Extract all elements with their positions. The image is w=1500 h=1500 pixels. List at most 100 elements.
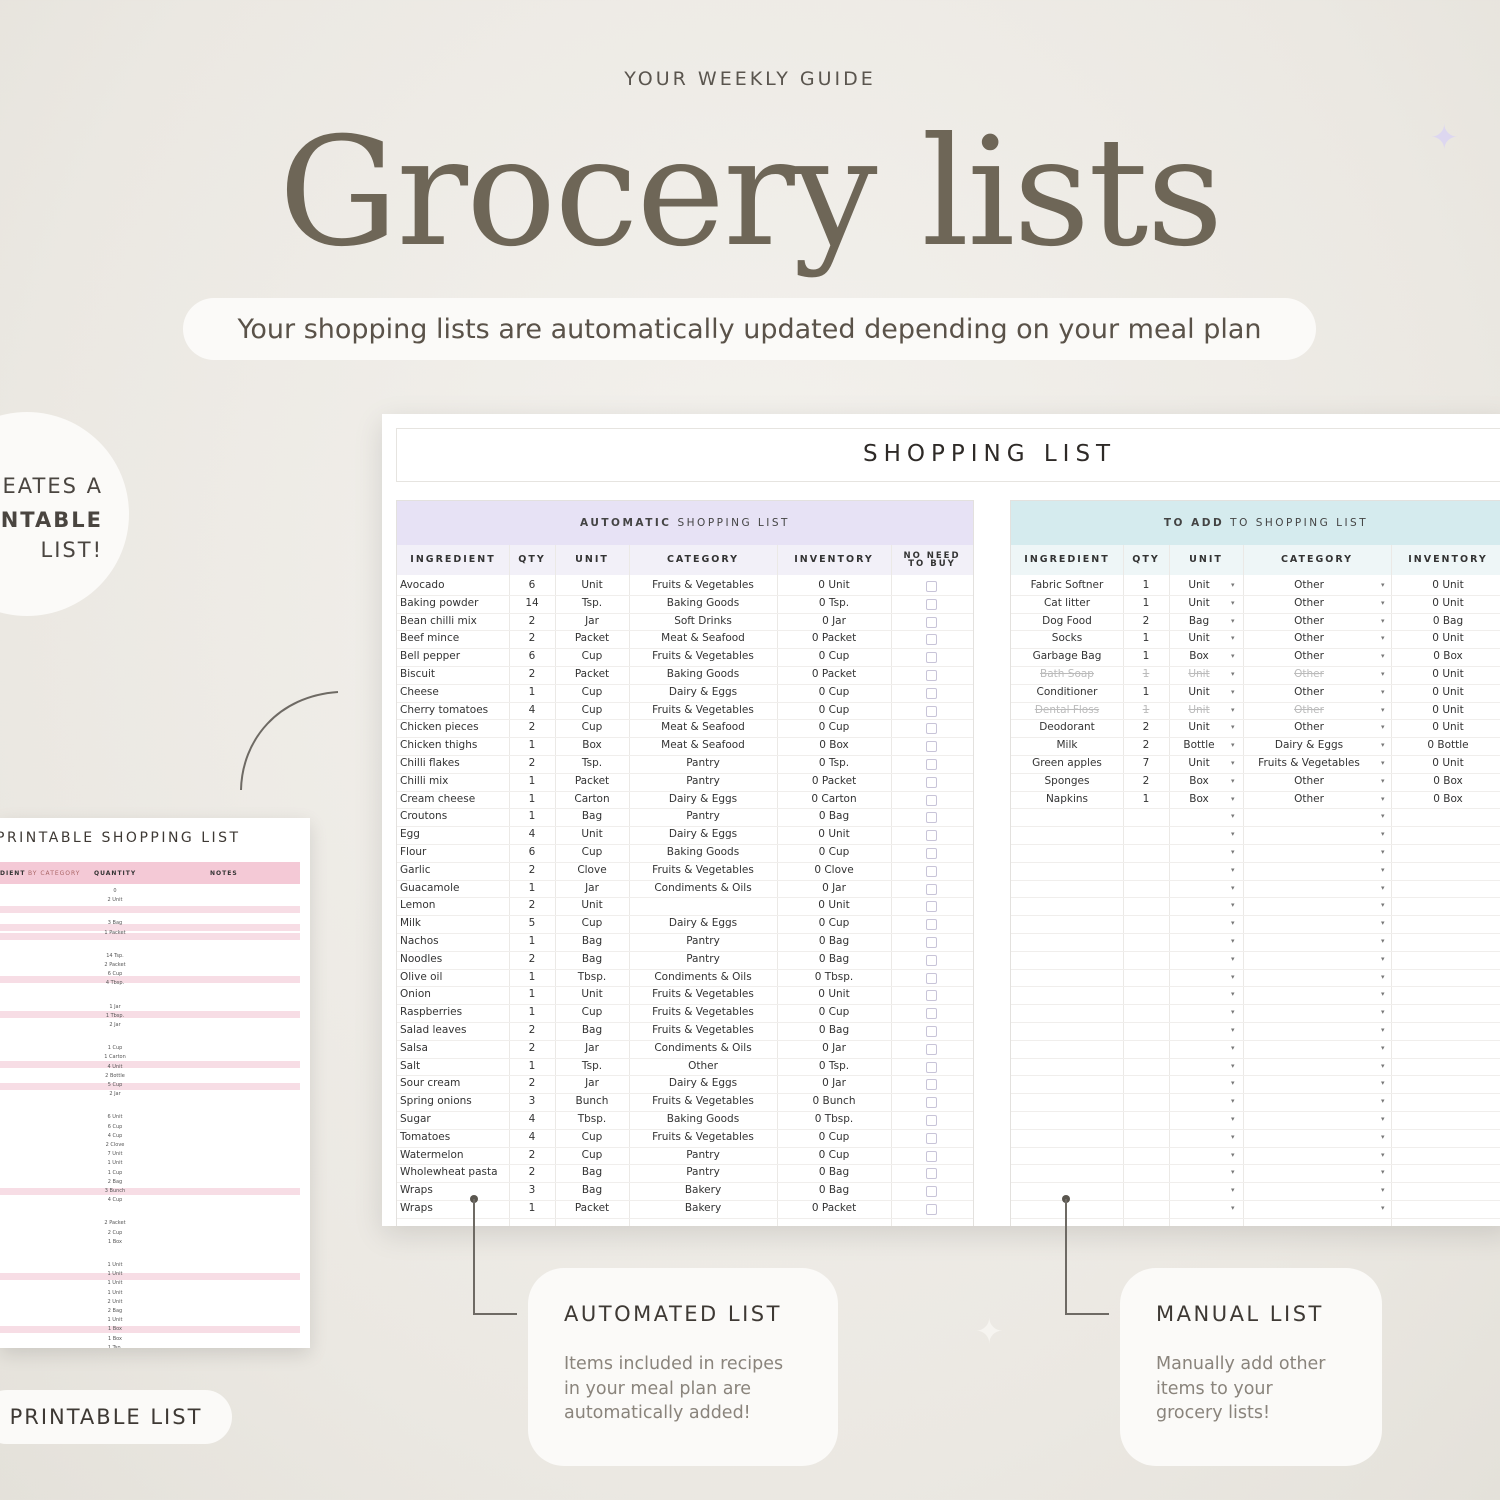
cell-qty[interactable]: 2 — [1123, 719, 1169, 737]
chevron-down-icon[interactable]: ▾ — [1231, 1093, 1235, 1111]
cell-inventory[interactable]: 0 Box — [1391, 791, 1500, 809]
empty-row[interactable]: ▾ ▾ — [1011, 1182, 1500, 1201]
no-need-checkbox[interactable] — [926, 848, 937, 859]
cell-ingredient[interactable]: Cheese — [400, 684, 508, 702]
cell-category[interactable]: Other — [1243, 666, 1375, 684]
cell-qty[interactable]: 1 — [1123, 648, 1169, 666]
cell-ingredient[interactable]: Nachos — [400, 933, 508, 951]
chevron-down-icon[interactable]: ▾ — [1381, 773, 1385, 791]
no-need-checkbox[interactable] — [926, 812, 937, 824]
chevron-down-icon[interactable]: ▾ — [1231, 630, 1235, 648]
chevron-down-icon[interactable]: ▾ — [1381, 1147, 1385, 1165]
cell-ingredient[interactable]: Beef mince — [400, 630, 508, 648]
no-need-checkbox[interactable] — [926, 972, 937, 984]
no-need-checkbox[interactable] — [926, 883, 937, 895]
chevron-down-icon[interactable]: ▾ — [1381, 826, 1385, 844]
chevron-down-icon[interactable]: ▾ — [1381, 969, 1385, 987]
cell-ingredient[interactable]: Sugar — [400, 1111, 508, 1129]
no-need-checkbox[interactable] — [926, 759, 937, 770]
empty-row[interactable]: ▾ ▾ — [1011, 1040, 1500, 1059]
no-need-checkbox[interactable] — [926, 1079, 937, 1091]
cell-qty[interactable]: 1 — [1123, 702, 1169, 720]
empty-row[interactable]: ▾ ▾ — [1011, 915, 1500, 934]
chevron-down-icon[interactable]: ▾ — [1381, 880, 1385, 898]
chevron-down-icon[interactable]: ▾ — [1231, 808, 1235, 826]
cell-ingredient[interactable]: Tomatoes — [400, 1129, 508, 1147]
chevron-down-icon[interactable]: ▾ — [1381, 844, 1385, 862]
no-need-checkbox[interactable] — [926, 634, 937, 646]
cell-ingredient[interactable]: Sponges — [1011, 773, 1123, 791]
chevron-down-icon[interactable]: ▾ — [1381, 933, 1385, 951]
empty-row[interactable]: ▾ ▾ — [1011, 826, 1500, 845]
no-need-checkbox[interactable] — [926, 937, 937, 948]
cell-category[interactable]: Other — [1243, 595, 1375, 613]
cell-inventory[interactable]: 0 Unit — [1391, 666, 1500, 684]
cell-qty[interactable]: 2 — [1123, 773, 1169, 791]
cell-ingredient[interactable]: Milk — [400, 915, 508, 933]
no-need-checkbox[interactable] — [926, 1097, 937, 1109]
chevron-down-icon[interactable]: ▾ — [1231, 737, 1235, 755]
cell-category[interactable]: Fruits & Vegetables — [1243, 755, 1375, 773]
cell-ingredient[interactable]: Socks — [1011, 630, 1123, 648]
cell-ingredient[interactable]: Deodorant — [1011, 719, 1123, 737]
cell-category[interactable]: Other — [1243, 791, 1375, 809]
chevron-down-icon[interactable]: ▾ — [1381, 1111, 1385, 1129]
cell-qty[interactable]: 1 — [1123, 577, 1169, 595]
chevron-down-icon[interactable]: ▾ — [1231, 791, 1235, 809]
cell-unit[interactable]: Bottle — [1169, 737, 1229, 755]
no-need-checkbox[interactable] — [926, 723, 937, 735]
chevron-down-icon[interactable]: ▾ — [1231, 648, 1235, 666]
chevron-down-icon[interactable]: ▾ — [1231, 826, 1235, 844]
cell-ingredient[interactable]: Guacamole — [400, 880, 508, 898]
no-need-checkbox[interactable] — [926, 794, 937, 806]
no-need-checkbox[interactable] — [926, 990, 937, 1002]
cell-unit[interactable]: Unit — [1169, 666, 1229, 684]
no-need-checkbox[interactable] — [926, 741, 937, 753]
chevron-down-icon[interactable]: ▾ — [1381, 577, 1385, 595]
chevron-down-icon[interactable]: ▾ — [1381, 648, 1385, 666]
chevron-down-icon[interactable]: ▾ — [1231, 613, 1235, 631]
cell-qty[interactable]: 1 — [1123, 684, 1169, 702]
chevron-down-icon[interactable]: ▾ — [1231, 1147, 1235, 1165]
cell-ingredient[interactable]: Bath Soap — [1011, 666, 1123, 684]
chevron-down-icon[interactable]: ▾ — [1231, 897, 1235, 915]
cell-ingredient[interactable]: Chilli flakes — [400, 755, 508, 773]
chevron-down-icon[interactable]: ▾ — [1231, 702, 1235, 720]
chevron-down-icon[interactable]: ▾ — [1231, 773, 1235, 791]
cell-ingredient[interactable]: Croutons — [400, 808, 508, 826]
cell-ingredient[interactable]: Watermelon — [400, 1147, 508, 1165]
empty-row[interactable]: ▾ ▾ — [1011, 1200, 1500, 1219]
empty-row[interactable]: ▾ ▾ — [1011, 1058, 1500, 1077]
cell-ingredient[interactable]: Garlic — [400, 862, 508, 880]
no-need-checkbox[interactable] — [926, 901, 937, 913]
cell-ingredient[interactable]: Wraps — [400, 1182, 508, 1200]
empty-row[interactable]: ▾ ▾ — [1011, 951, 1500, 970]
chevron-down-icon[interactable]: ▾ — [1381, 1182, 1385, 1200]
chevron-down-icon[interactable]: ▾ — [1231, 577, 1235, 595]
chevron-down-icon[interactable]: ▾ — [1231, 1075, 1235, 1093]
cell-ingredient[interactable]: Wholewheat pasta — [400, 1164, 508, 1182]
no-need-checkbox[interactable] — [926, 1186, 937, 1198]
cell-ingredient[interactable]: Napkins — [1011, 791, 1123, 809]
chevron-down-icon[interactable]: ▾ — [1231, 969, 1235, 987]
empty-row[interactable]: ▾ ▾ — [1011, 844, 1500, 863]
cell-ingredient[interactable]: Conditioner — [1011, 684, 1123, 702]
empty-row[interactable]: ▾ ▾ — [1011, 986, 1500, 1006]
cell-ingredient[interactable]: Egg — [400, 826, 508, 844]
chevron-down-icon[interactable]: ▾ — [1381, 1040, 1385, 1058]
chevron-down-icon[interactable]: ▾ — [1381, 951, 1385, 969]
chevron-down-icon[interactable]: ▾ — [1381, 684, 1385, 702]
chevron-down-icon[interactable]: ▾ — [1231, 880, 1235, 898]
cell-category[interactable]: Other — [1243, 719, 1375, 737]
chevron-down-icon[interactable]: ▾ — [1231, 844, 1235, 862]
cell-unit[interactable]: Unit — [1169, 684, 1229, 702]
no-need-checkbox[interactable] — [926, 776, 937, 788]
chevron-down-icon[interactable]: ▾ — [1231, 1129, 1235, 1147]
cell-unit[interactable]: Box — [1169, 648, 1229, 666]
cell-inventory[interactable]: 0 Unit — [1391, 684, 1500, 702]
chevron-down-icon[interactable]: ▾ — [1231, 1058, 1235, 1076]
empty-row[interactable]: ▾ ▾ — [1011, 969, 1500, 988]
no-need-checkbox[interactable] — [926, 1008, 937, 1020]
cell-ingredient[interactable]: Fabric Softner — [1011, 577, 1123, 595]
chevron-down-icon[interactable]: ▾ — [1381, 791, 1385, 809]
